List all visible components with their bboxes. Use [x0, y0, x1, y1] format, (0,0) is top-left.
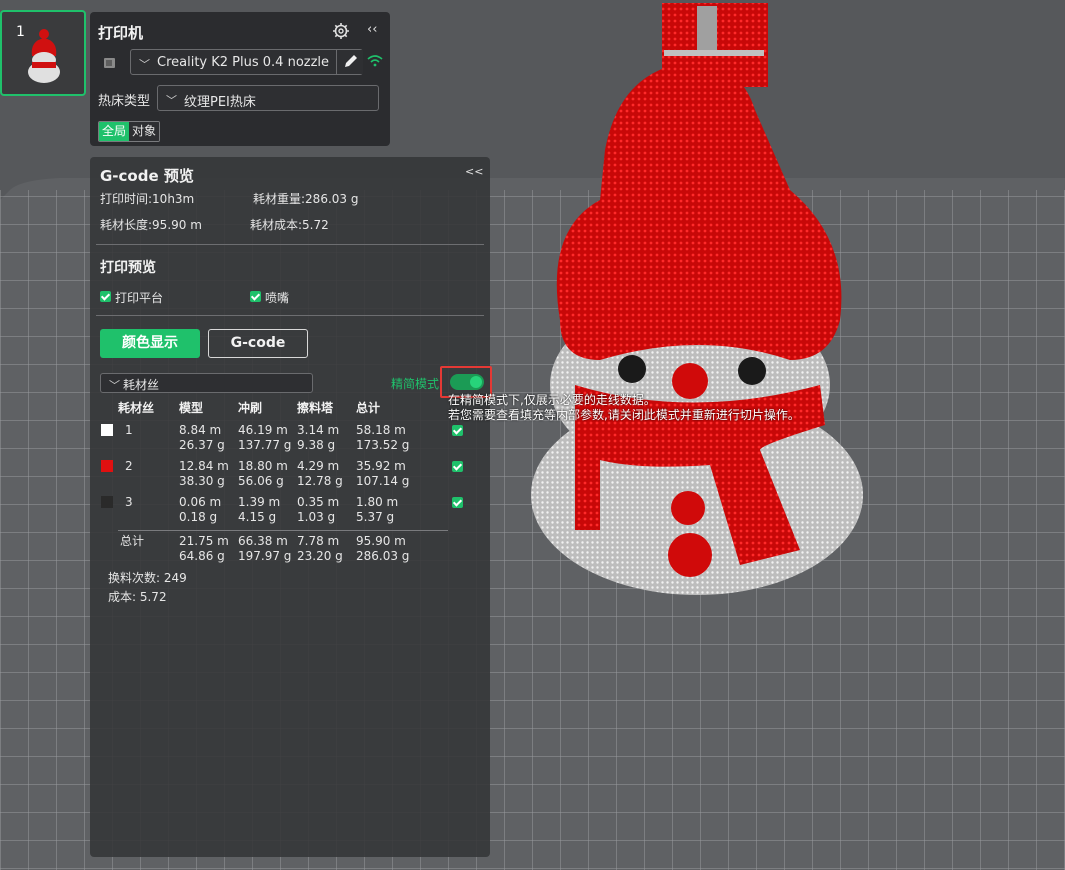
sum-label: 总计	[120, 534, 145, 548]
filament-id: 1	[125, 423, 133, 437]
snowman-left-eye	[618, 355, 646, 383]
cell: 56.06 g	[238, 474, 284, 488]
cell: 35.92 m	[356, 459, 406, 473]
cell: 3.14 m	[297, 423, 340, 437]
scope-toggle[interactable]: 全局 对象	[98, 121, 161, 142]
compact-mode-tooltip: 在精简模式下,仅展示必要的走线数据。 若您需要查看填充等内部参数,请关闭此模式并…	[448, 393, 800, 422]
gcode-view-button[interactable]: G-code	[208, 329, 308, 358]
bed-type-select[interactable]: ﹀ 纹理PEI热床	[157, 85, 379, 111]
filament-2-visible-checkbox[interactable]	[452, 461, 463, 472]
cell: 7.78 m	[297, 534, 340, 548]
cell: 66.38 m	[238, 534, 288, 548]
print-time: 打印时间:10h3m	[100, 192, 195, 206]
cell: 12.84 m	[179, 459, 229, 473]
cell: 0.35 m	[297, 495, 340, 509]
plate-thumbnail[interactable]: 1	[0, 10, 86, 96]
cell: 4.15 g	[238, 510, 277, 524]
cell: 58.18 m	[356, 423, 406, 437]
cell: 0.18 g	[179, 510, 218, 524]
scope-global-tab[interactable]: 全局	[99, 122, 130, 141]
filament-cost: 耗材成本:5.72	[250, 218, 329, 232]
chevron-down-icon: ﹀	[139, 58, 150, 71]
plate-checkbox-label: 打印平台	[115, 291, 164, 305]
collapse-gcode-icon[interactable]: <<	[465, 165, 483, 178]
filament-weight: 耗材重量:286.03 g	[253, 192, 359, 206]
wifi-icon	[367, 55, 383, 67]
cell: 5.37 g	[356, 510, 395, 524]
cell: 286.03 g	[356, 549, 410, 563]
plate-checkbox[interactable]	[100, 291, 111, 302]
printer-icon	[104, 58, 115, 68]
cell: 38.30 g	[179, 474, 225, 488]
cell: 64.86 g	[179, 549, 225, 563]
edit-printer-button[interactable]	[336, 50, 363, 74]
cell: 8.84 m	[179, 423, 222, 437]
cell: 12.78 g	[297, 474, 343, 488]
snowman-right-eye	[738, 357, 766, 385]
pencil-icon	[345, 55, 357, 67]
gear-icon[interactable]	[332, 22, 350, 40]
cell: 107.14 g	[356, 474, 410, 488]
cell: 23.20 g	[297, 549, 343, 563]
filament-swatch-black	[101, 496, 113, 508]
col-header-total: 总计	[356, 401, 381, 415]
cell: 4.29 m	[297, 459, 340, 473]
cell: 46.19 m	[238, 423, 288, 437]
print-preview-title: 打印预览	[100, 260, 156, 276]
printer-select[interactable]: ﹀ Creality K2 Plus 0.4 nozzle	[130, 49, 363, 75]
cell: 197.97 g	[238, 549, 292, 563]
col-header-tower: 擦料塔	[297, 401, 334, 415]
collapse-printer-icon[interactable]: ‹‹	[367, 22, 377, 37]
cell: 173.52 g	[356, 438, 410, 452]
divider	[96, 244, 484, 245]
chevron-down-icon: ﹀	[166, 94, 177, 107]
cell: 1.80 m	[356, 495, 399, 509]
filament-changes: 换料次数: 249	[108, 571, 187, 585]
chevron-down-icon: ﹀	[109, 379, 120, 392]
nozzle-checkbox-label: 喷嘴	[265, 291, 290, 305]
cell: 95.90 m	[356, 534, 406, 548]
filament-1-visible-checkbox[interactable]	[452, 425, 463, 436]
nozzle-head	[697, 6, 717, 56]
printer-panel: 打印机 ‹‹ ﹀ Creality K2 Plus 0.4 nozzle 热床类…	[90, 12, 390, 146]
filament-id: 2	[125, 459, 133, 473]
filament-length: 耗材长度:95.90 m	[100, 218, 202, 232]
cell: 0.06 m	[179, 495, 222, 509]
filament-swatch-red	[101, 460, 113, 472]
col-header-flush: 冲刷	[238, 401, 263, 415]
bed-type-label: 热床类型	[98, 94, 151, 109]
total-cost: 成本: 5.72	[108, 590, 167, 604]
cell: 1.39 m	[238, 495, 281, 509]
filament-swatch-white	[101, 424, 113, 436]
gcode-preview-panel: G-code 预览 << 打印时间:10h3m 耗材重量:286.03 g 耗材…	[90, 157, 490, 857]
gcode-title: G-code 预览	[100, 167, 194, 185]
filament-id: 3	[125, 495, 133, 509]
snowman-button-top	[671, 491, 705, 525]
cell: 18.80 m	[238, 459, 288, 473]
printer-title: 打印机	[98, 24, 144, 42]
divider	[96, 315, 484, 316]
color-display-button[interactable]: 颜色显示	[100, 329, 200, 358]
col-header-filament: 耗材丝	[118, 401, 155, 415]
snowman-thumbnail-icon	[28, 29, 60, 83]
filament-3-visible-checkbox[interactable]	[452, 497, 463, 508]
cell: 137.77 g	[238, 438, 292, 452]
compact-mode-label: 精简模式	[391, 377, 440, 391]
col-header-model: 模型	[179, 401, 204, 415]
cell: 1.03 g	[297, 510, 336, 524]
divider	[118, 530, 448, 531]
snowman-button-bottom	[668, 533, 712, 577]
scope-object-tab[interactable]: 对象	[129, 122, 160, 141]
nozzle-checkbox[interactable]	[250, 291, 261, 302]
filament-dropdown[interactable]: ﹀ 耗材丝	[100, 373, 313, 393]
cell: 9.38 g	[297, 438, 336, 452]
cell: 26.37 g	[179, 438, 225, 452]
cell: 21.75 m	[179, 534, 229, 548]
